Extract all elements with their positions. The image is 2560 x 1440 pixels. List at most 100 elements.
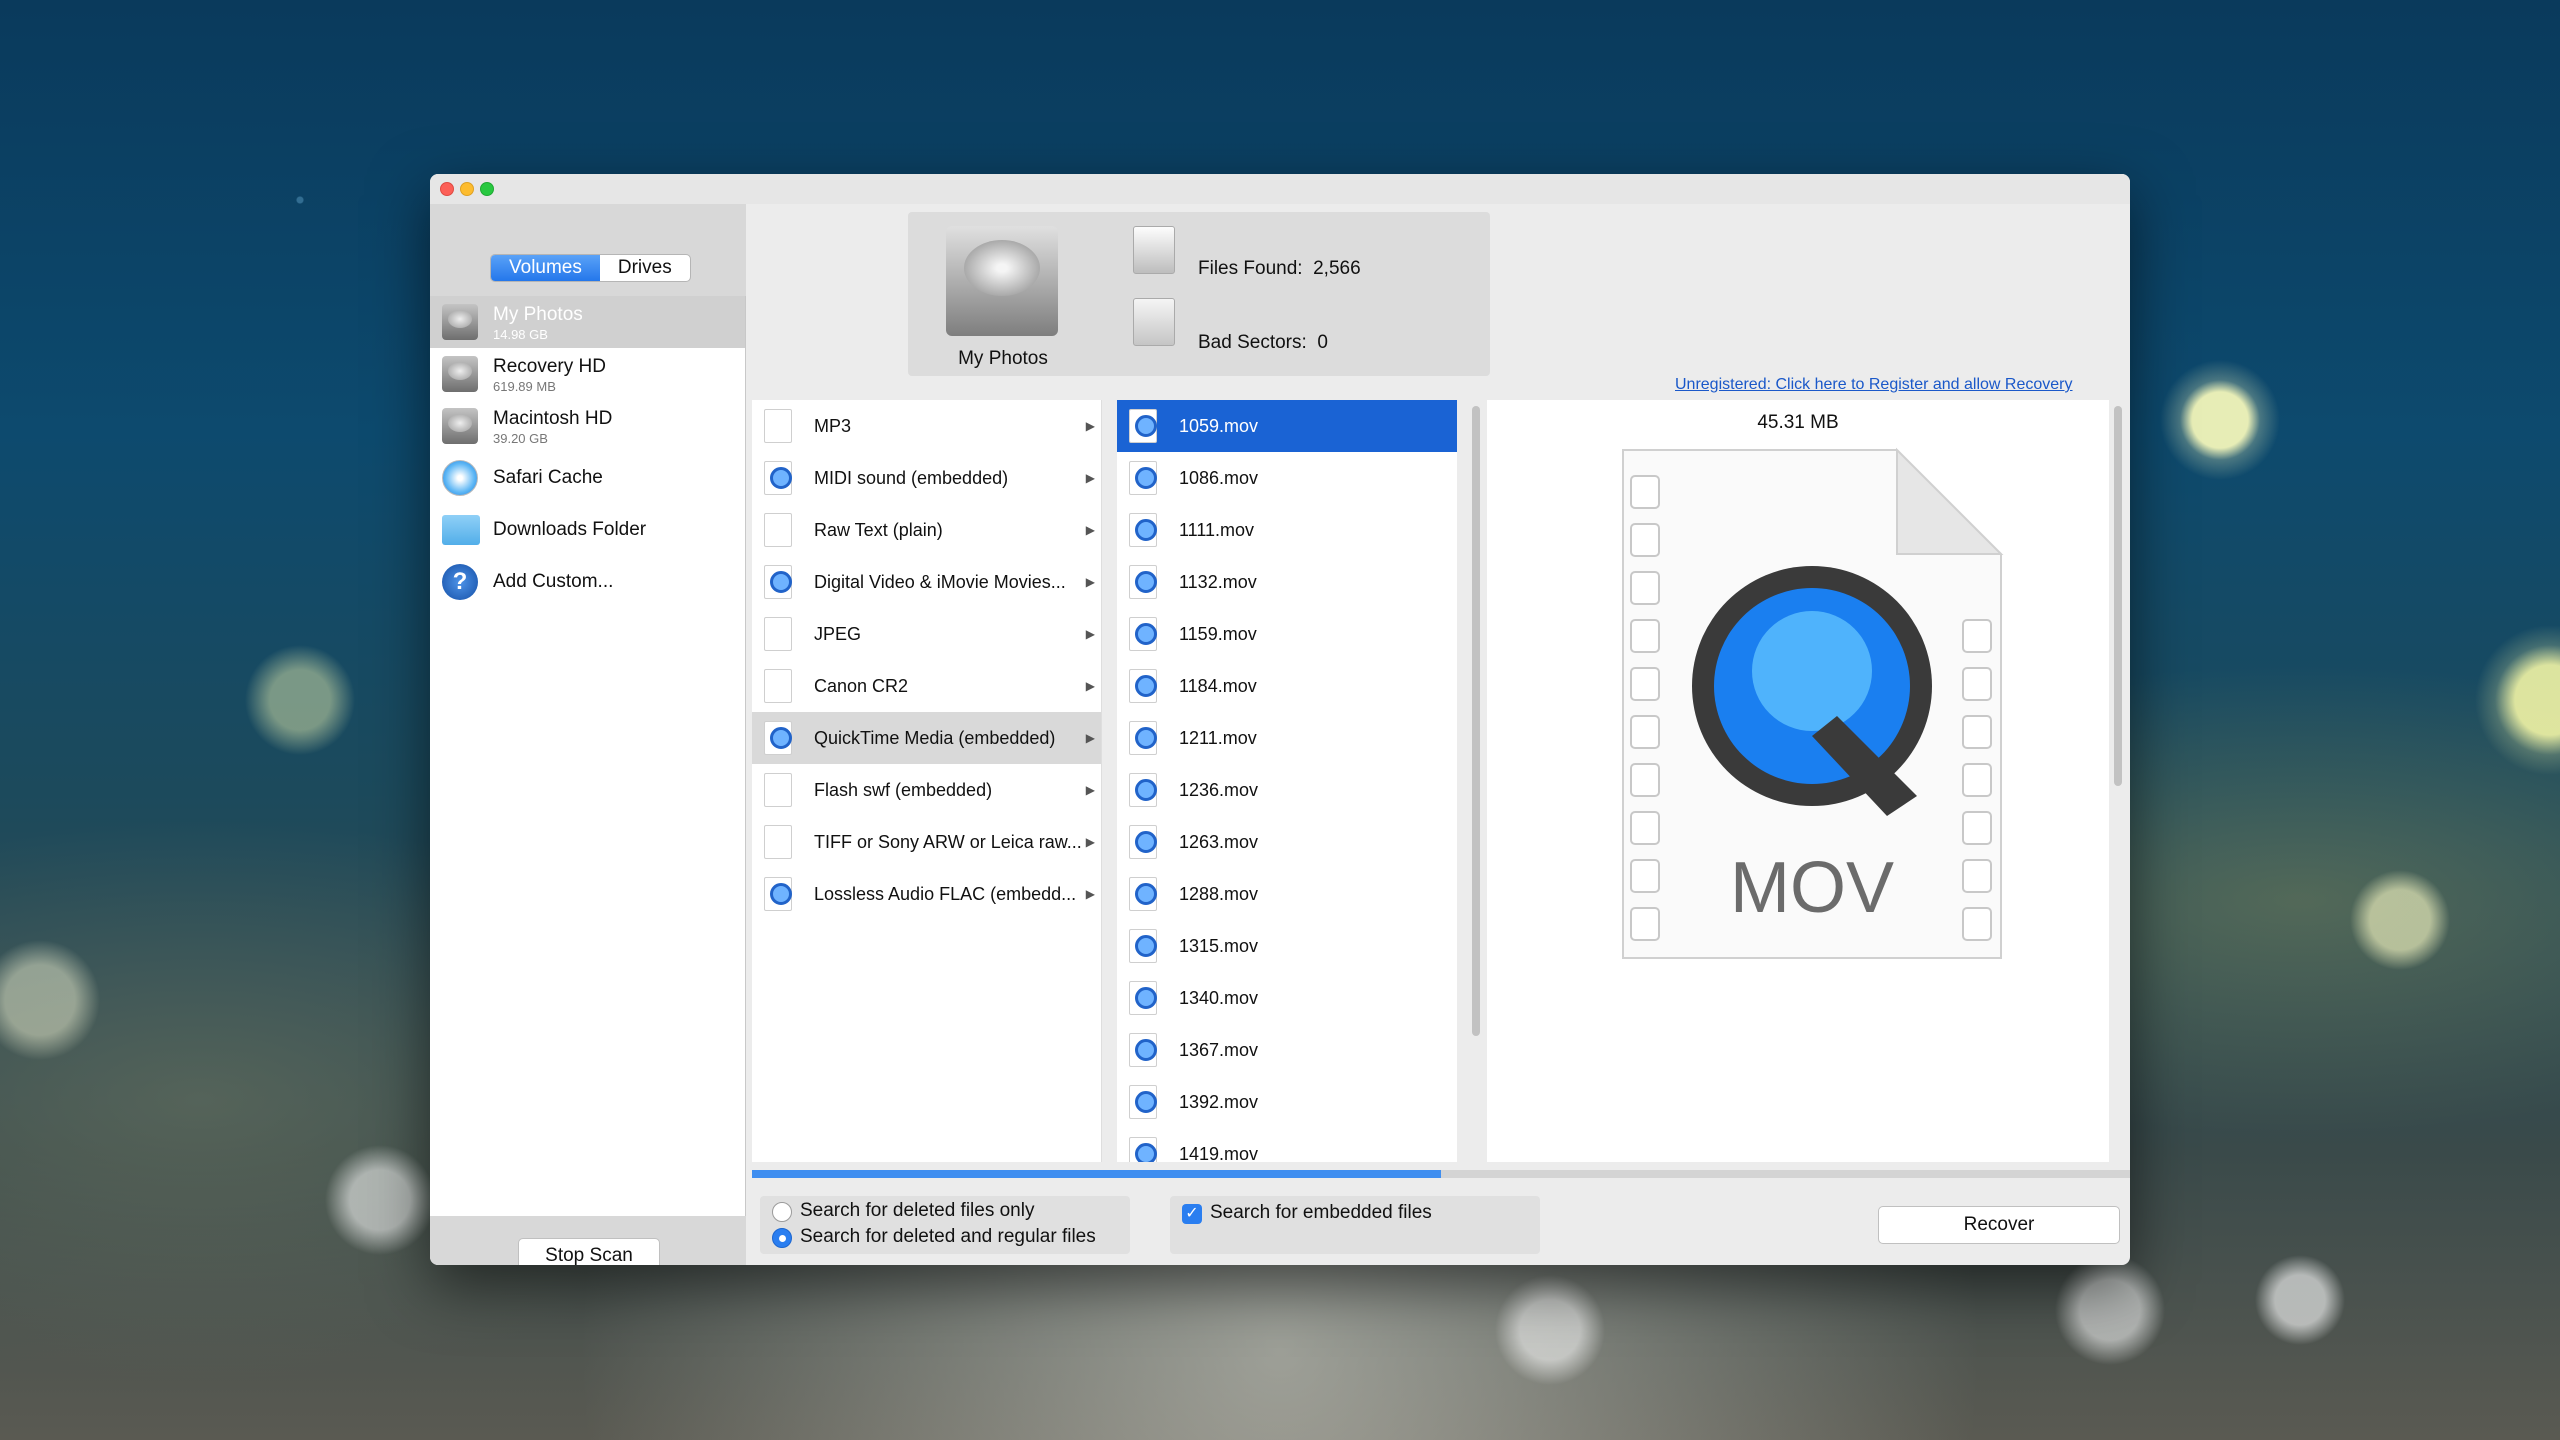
files-found-label: Files Found: 2,566 [1198, 258, 1361, 279]
volume-item-downloads-folder[interactable]: Downloads Folder [430, 504, 745, 556]
mov-file-icon [1129, 669, 1157, 703]
file-row[interactable]: 1159.mov [1117, 608, 1457, 660]
volume-item-my-photos[interactable]: My Photos 14.98 GB [430, 296, 745, 348]
video-file-icon [764, 565, 792, 599]
files-icon [1133, 226, 1175, 274]
tab-volumes[interactable]: Volumes [491, 255, 600, 281]
mov-file-icon [1129, 565, 1157, 599]
mp3-file-icon [764, 409, 792, 443]
volume-name: Macintosh HD [493, 408, 613, 429]
category-row-flac[interactable]: Lossless Audio FLAC (embedd... ▶ [752, 868, 1101, 920]
stop-scan-button[interactable]: Stop Scan [518, 1238, 660, 1265]
folder-icon [442, 515, 480, 545]
category-column: MP3 ▶ MIDI sound (embedded) ▶ Raw Text (pl… [752, 400, 1102, 1162]
category-row-midi[interactable]: MIDI sound (embedded) ▶ [752, 452, 1101, 504]
volume-size: 14.98 GB [493, 327, 548, 342]
file-row[interactable]: 1419.mov [1117, 1128, 1457, 1162]
safari-compass-icon [442, 460, 478, 496]
disclosure-arrow-icon: ▶ [1085, 835, 1095, 849]
mov-file-icon [1129, 409, 1157, 443]
file-row[interactable]: 1340.mov [1117, 972, 1457, 1024]
volume-size: 39.20 GB [493, 431, 548, 446]
jpeg-file-icon [764, 617, 792, 651]
title-bar [430, 174, 2130, 204]
category-row-mp3[interactable]: MP3 ▶ [752, 400, 1101, 452]
deleted-only-label: Search for deleted files only [800, 1200, 1035, 1221]
volume-name: Add Custom... [493, 571, 614, 592]
file-row[interactable]: 1111.mov [1117, 504, 1457, 556]
app-window: Volumes Drives My Photos 14.98 GB Recove… [430, 174, 2130, 1265]
mov-file-icon [1129, 1137, 1157, 1162]
embedded-option-group: ✓ Search for embedded files [1170, 1196, 1540, 1254]
file-row[interactable]: 1367.mov [1117, 1024, 1457, 1076]
mov-file-icon [1129, 773, 1157, 807]
disclosure-arrow-icon: ▶ [1085, 627, 1095, 641]
scan-progress-bar [752, 1170, 2130, 1178]
file-row[interactable]: 1315.mov [1117, 920, 1457, 972]
register-link[interactable]: Unregistered: Click here to Register and… [1675, 376, 2073, 394]
file-row[interactable]: 1288.mov [1117, 868, 1457, 920]
volume-summary-card: My Photos Files Found: 2,566 Bad Sectors… [908, 212, 1490, 376]
category-row-digital-video[interactable]: Digital Video & iMovie Movies... ▶ [752, 556, 1101, 608]
file-row[interactable]: 1263.mov [1117, 816, 1457, 868]
mov-file-icon [1129, 461, 1157, 495]
hard-disk-icon [946, 226, 1058, 336]
embedded-checkbox[interactable]: ✓ [1182, 1204, 1202, 1224]
hard-disk-icon [442, 304, 478, 340]
volume-size: 619.89 MB [493, 379, 556, 394]
mov-file-icon [1129, 825, 1157, 859]
preview-pane: 45.31 MB MOV [1487, 400, 2109, 1162]
embedded-label: Search for embedded files [1210, 1202, 1432, 1223]
file-row[interactable]: 1392.mov [1117, 1076, 1457, 1128]
category-row-tiff[interactable]: TIFF or Sony ARW or Leica raw... ▶ [752, 816, 1101, 868]
volume-item-macintosh-hd[interactable]: Macintosh HD 39.20 GB [430, 400, 745, 452]
mov-file-icon [1129, 877, 1157, 911]
disclosure-arrow-icon: ▶ [1085, 887, 1095, 901]
preview-scrollbar[interactable] [2114, 406, 2122, 786]
volume-name: My Photos [493, 304, 583, 325]
disclosure-arrow-icon: ▶ [1085, 523, 1095, 537]
category-row-flash-swf[interactable]: Flash swf (embedded) ▶ [752, 764, 1101, 816]
deleted-and-regular-radio[interactable] [772, 1228, 792, 1248]
bad-sectors-label: Bad Sectors: 0 [1198, 332, 1328, 353]
volume-item-recovery-hd[interactable]: Recovery HD 619.89 MB [430, 348, 745, 400]
flac-file-icon [764, 877, 792, 911]
minimize-window-button[interactable] [460, 182, 474, 196]
mov-file-icon [1129, 1033, 1157, 1067]
file-list-scrollbar[interactable] [1472, 406, 1480, 1036]
disclosure-arrow-icon: ▶ [1085, 731, 1095, 745]
tab-drives[interactable]: Drives [600, 255, 690, 281]
category-row-raw-text[interactable]: Raw Text (plain) ▶ [752, 504, 1101, 556]
category-row-jpeg[interactable]: JPEG ▶ [752, 608, 1101, 660]
volume-name: Safari Cache [493, 467, 603, 488]
file-row[interactable]: 1184.mov [1117, 660, 1457, 712]
disclosure-arrow-icon: ▶ [1085, 575, 1095, 589]
recover-button[interactable]: Recover [1878, 1206, 2120, 1244]
hard-disk-icon [442, 408, 478, 444]
category-row-canon-cr2[interactable]: Canon CR2 ▶ [752, 660, 1101, 712]
file-row[interactable]: 1059.mov [1117, 400, 1457, 452]
volume-drive-segmented-control: Volumes Drives [490, 254, 691, 282]
midi-file-icon [764, 461, 792, 495]
file-row[interactable]: 1132.mov [1117, 556, 1457, 608]
flash-file-icon [764, 773, 792, 807]
disclosure-arrow-icon: ▶ [1085, 471, 1095, 485]
help-icon: ? [442, 564, 478, 600]
file-column: 1059.mov 1086.mov 1111.mov 1132.mov 1159… [1117, 400, 1457, 1162]
mov-file-icon [1129, 721, 1157, 755]
zoom-window-button[interactable] [480, 182, 494, 196]
file-row[interactable]: 1236.mov [1117, 764, 1457, 816]
mov-file-icon [1129, 617, 1157, 651]
close-window-button[interactable] [440, 182, 454, 196]
volume-item-safari-cache[interactable]: Safari Cache [430, 452, 745, 504]
deleted-only-radio[interactable] [772, 1202, 792, 1222]
quicktime-file-icon [764, 721, 792, 755]
broken-file-icon [1133, 298, 1175, 346]
mov-file-icon [1129, 981, 1157, 1015]
file-row[interactable]: 1086.mov [1117, 452, 1457, 504]
file-row[interactable]: 1211.mov [1117, 712, 1457, 764]
deleted-and-regular-label: Search for deleted and regular files [800, 1226, 1096, 1247]
preview-type-text: MOV [1730, 848, 1894, 928]
volume-item-add-custom[interactable]: ? Add Custom... [430, 556, 745, 608]
category-row-quicktime[interactable]: QuickTime Media (embedded) ▶ [752, 712, 1101, 764]
